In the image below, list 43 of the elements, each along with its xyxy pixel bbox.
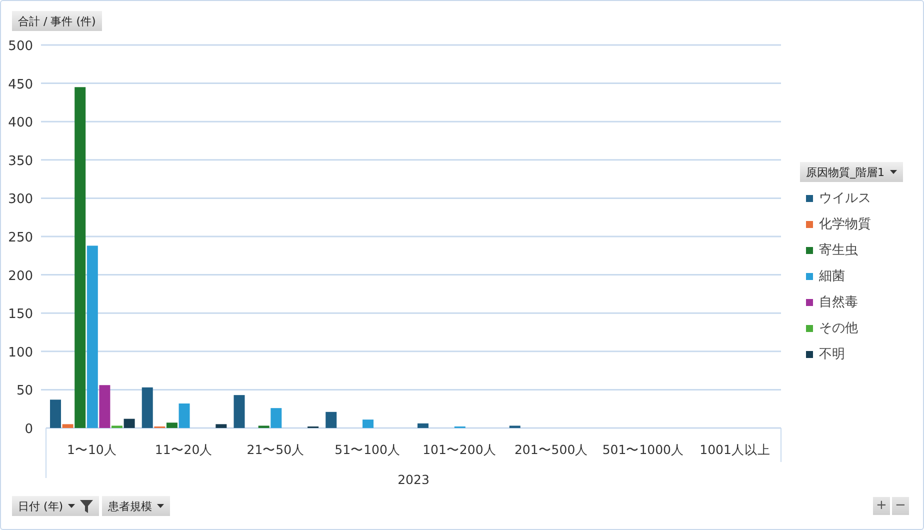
- chart-bar: [362, 420, 374, 428]
- chart-bar: [418, 423, 428, 428]
- axis-field-button[interactable]: 患者規模: [102, 496, 170, 516]
- filter-icon: [80, 500, 94, 512]
- x-category-label: 1〜10人: [67, 442, 117, 457]
- legend-label: その他: [819, 320, 858, 337]
- axis-field-button[interactable]: 日付 (年): [12, 496, 100, 516]
- x-category-label: 201〜500人: [514, 442, 588, 457]
- legend-label: 化学物質: [819, 216, 871, 233]
- caret-icon: [68, 504, 76, 508]
- legend-label: ウイルス: [819, 190, 871, 207]
- y-tick-label: 50: [16, 384, 33, 399]
- value-field-button[interactable]: 合計 / 事件 (件): [12, 11, 102, 31]
- x-category-label: 11〜20人: [154, 442, 213, 457]
- y-tick-label: 350: [8, 154, 33, 169]
- zoom-button[interactable]: −: [892, 497, 909, 515]
- chart-bar: [216, 424, 227, 428]
- y-tick-label: 100: [8, 345, 33, 360]
- y-tick-label: 0: [24, 422, 33, 437]
- chart-bar: [326, 412, 337, 428]
- caret-icon: [890, 170, 896, 174]
- y-tick-label: 500: [8, 39, 33, 54]
- legend-label: 自然毒: [819, 294, 858, 311]
- x-group-label: 2023: [398, 472, 430, 487]
- legend-field-button[interactable]: 原因物質_階層1: [800, 162, 902, 182]
- legend-label: 不明: [819, 346, 845, 363]
- y-tick-label: 150: [8, 307, 33, 322]
- x-category-label: 501〜1000人: [602, 442, 684, 457]
- x-category-label: 51〜100人: [334, 442, 400, 457]
- chart-bar: [234, 395, 245, 428]
- legend-label: 細菌: [819, 268, 845, 285]
- x-category-label: 1001人以上: [700, 442, 770, 457]
- y-tick-label: 200: [8, 268, 33, 284]
- y-tick-label: 250: [8, 230, 33, 246]
- zoom-button[interactable]: +: [873, 497, 890, 515]
- chart-bar: [509, 426, 520, 428]
- y-tick-label: 400: [8, 116, 33, 131]
- legend-label: 寄生虫: [819, 242, 858, 259]
- caret-icon: [157, 504, 164, 508]
- y-tick-label: 450: [8, 77, 33, 92]
- y-tick-label: 300: [8, 192, 33, 208]
- x-category-label: 101〜200人: [422, 442, 496, 457]
- x-category-label: 21〜50人: [246, 442, 305, 457]
